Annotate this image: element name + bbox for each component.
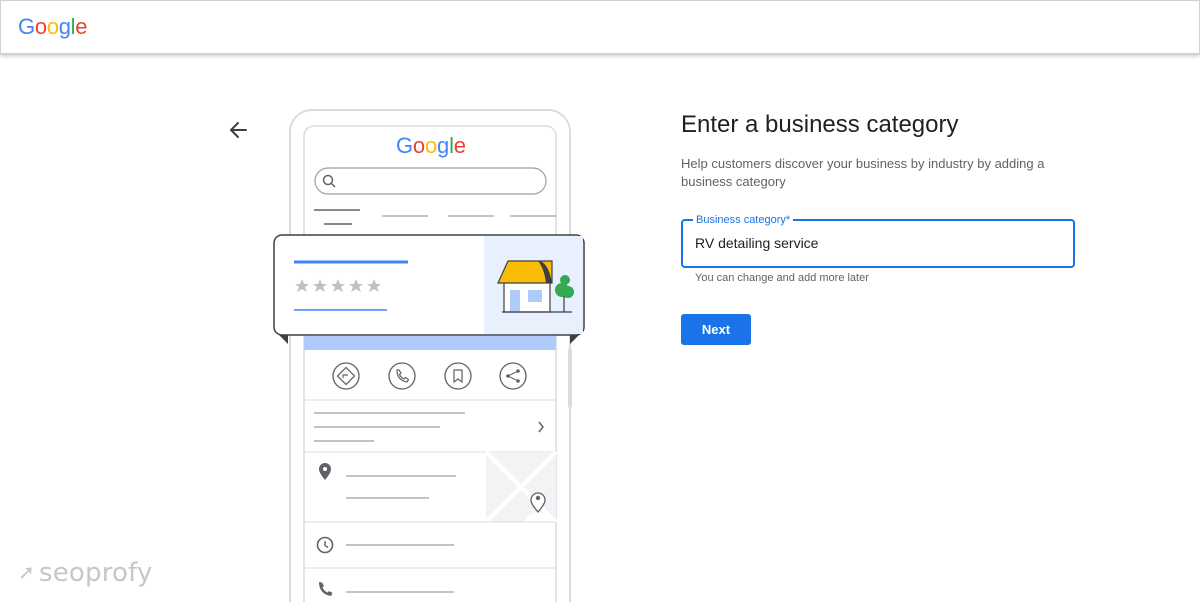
directions-icon [332,362,360,390]
phone-illustration: Google [272,108,588,602]
watermark-text: seoprofy [38,558,153,588]
bookmark-icon [444,362,472,390]
phone-drawing [273,109,585,602]
business-category-input[interactable] [695,235,1055,251]
page-title: Enter a business category [681,111,959,138]
top-bar: Google [0,0,1200,54]
business-category-form: Enter a business category Help customers… [681,110,1081,345]
business-category-field[interactable]: Business category* [681,213,1075,268]
business-category-label: Business category* [693,213,794,227]
search-bar-illustration [314,167,547,195]
business-card-illustration [273,234,585,344]
watermark-arrow-icon: ➚ [18,560,35,584]
illustration-google-logo: Google [396,133,466,158]
back-arrow-icon [230,122,247,138]
next-button[interactable]: Next [681,314,751,345]
back-button[interactable] [226,118,250,142]
page-description: Help customers discover your business by… [681,156,1045,189]
share-icon [499,362,527,390]
phone-icon [388,362,416,390]
helper-text: You can change and add more later [695,272,869,284]
google-logo[interactable]: Google [18,14,87,40]
watermark: ➚ seoprofy [18,558,153,588]
